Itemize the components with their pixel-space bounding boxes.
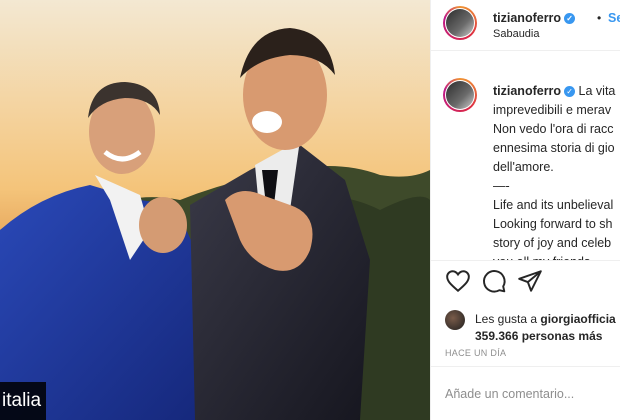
caption-line: —- [493,179,510,193]
follow-button[interactable]: Segu [608,11,620,25]
post-side-panel: tizianoferro✓ • Segu Sabaudia tizianofer… [430,0,620,420]
caption-line-text: La vita [578,84,616,98]
comment-icon[interactable] [481,268,509,296]
caption-line: tizianoferro ✓ La vita [493,82,620,101]
photo-watermark-label: italia [0,382,46,420]
post-timestamp[interactable]: HACE UN DÍA [445,348,506,358]
verified-badge-icon: ✓ [564,86,576,97]
share-icon[interactable] [517,268,545,296]
liked-by-prefix: Les gusta a [475,312,541,326]
photo-illustration [0,0,430,420]
liker-avatar[interactable] [445,310,465,330]
caption-author-avatar[interactable] [443,78,477,112]
author-username-text[interactable]: tizianoferro [493,11,561,25]
liked-by-text: Les gusta a giorgiaofficia [475,312,616,326]
caption-line: Life and its unbelieval [493,198,614,212]
comment-input[interactable] [445,387,615,401]
caption-line: imprevedibili e merav [493,103,612,117]
post-header: tizianoferro✓ • Segu Sabaudia [431,0,620,51]
header-separator: • [597,11,602,25]
caption-username[interactable]: tizianoferro [493,84,561,98]
heart-icon[interactable] [445,268,473,296]
like-count[interactable]: 359.366 personas más [475,329,602,343]
post-location[interactable]: Sabaudia [493,28,540,40]
caption-area: tizianoferro ✓ La vita imprevedibili e me… [431,50,620,261]
post-photo[interactable]: italia [0,0,430,420]
post-actions [431,268,620,304]
caption-line: you all my friends . [493,253,620,260]
author-avatar[interactable] [443,6,477,40]
verified-badge-icon: ✓ [564,13,576,24]
comment-box [431,366,620,420]
caption-line: story of joy and celeb [493,236,612,250]
likes-summary: Les gusta a giorgiaofficia 359.366 perso… [445,310,620,346]
author-username[interactable]: tizianoferro ✓ [493,11,576,25]
caption-line: Non vedo l'ora di racc [493,122,614,136]
caption-line: dell'amore. [493,160,554,174]
caption-line: ennesima storia di gio [493,141,615,155]
liked-by-user[interactable]: giorgiaofficia [540,312,615,326]
caption-text: tizianoferro ✓ La vita imprevedibili e me… [493,82,620,260]
caption-line: Looking forward to sh [493,217,613,231]
